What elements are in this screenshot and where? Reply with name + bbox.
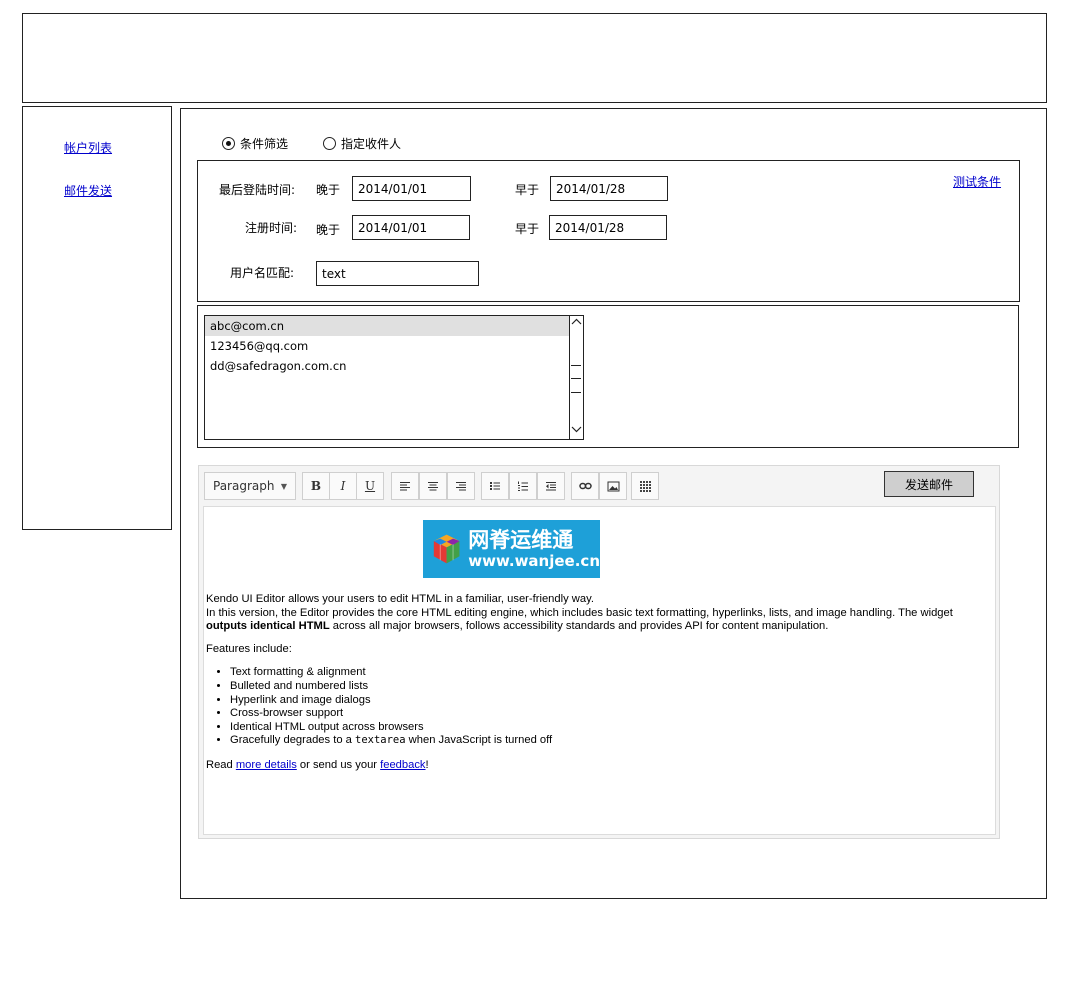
align-left-icon — [400, 482, 410, 491]
bold-icon: B — [310, 479, 322, 493]
list-item[interactable]: 123456@qq.com — [205, 336, 569, 356]
header-banner — [22, 13, 1047, 103]
align-center-icon — [428, 482, 438, 491]
logo-url: www.wanjee.cn — [468, 552, 600, 570]
italic-button[interactable]: I — [329, 472, 357, 500]
test-condition-link[interactable]: 测试条件 — [953, 173, 1001, 190]
insert-link-button[interactable] — [571, 472, 599, 500]
radio-specific-recipient[interactable]: 指定收件人 — [323, 135, 401, 152]
recipient-listbox[interactable]: abc@com.cn 123456@qq.com dd@safedragon.com… — [204, 315, 584, 440]
feature-item: Identical HTML output across browsers — [230, 721, 989, 735]
sidebar-item-mail-send[interactable]: 邮件发送 — [64, 182, 112, 199]
radio-selected-icon — [222, 137, 235, 150]
username-match-input[interactable]: text — [316, 261, 479, 286]
feature-item: Hyperlink and image dialogs — [230, 694, 989, 708]
rich-text-editor: Paragraph ▼ B I U 网脊运维通 www.wanjee.cn Ke… — [198, 465, 1000, 839]
wanjee-logo: 网脊运维通 www.wanjee.cn — [423, 520, 600, 578]
scroll-thumb[interactable] — [571, 365, 581, 393]
bulleted-list-button[interactable] — [481, 472, 509, 500]
last-login-before-input[interactable]: 2014/01/28 — [550, 176, 668, 201]
numbered-list-icon — [518, 481, 528, 491]
feature-item: Cross-browser support — [230, 707, 989, 721]
intro-line-1: Kendo UI Editor allows your users to edi… — [206, 593, 594, 605]
before-label: 早于 — [515, 222, 540, 236]
bold-button[interactable]: B — [302, 472, 330, 500]
intro-text: In this version, the Editor provides the… — [206, 606, 953, 619]
read-text: Read — [206, 758, 236, 771]
feature-text: Gracefully degrades to a — [230, 734, 355, 747]
read-text: or send us your — [296, 758, 381, 771]
send-mail-button[interactable]: 发送邮件 — [884, 471, 974, 497]
username-match-label: 用户名匹配: — [230, 266, 295, 280]
editor-document: Kendo UI Editor allows your users to edi… — [206, 593, 989, 773]
format-select-value: Paragraph — [213, 479, 275, 493]
after-label: 晚于 — [316, 183, 341, 197]
scroll-up-icon[interactable] — [570, 317, 583, 331]
scroll-down-icon[interactable] — [570, 424, 583, 438]
underline-button[interactable]: U — [356, 472, 384, 500]
editor-toolbar: Paragraph ▼ B I U — [199, 466, 999, 506]
feature-item: Bulleted and numbered lists — [230, 680, 989, 694]
underline-icon: U — [364, 479, 376, 493]
numbered-list-button[interactable] — [509, 472, 537, 500]
align-center-button[interactable] — [419, 472, 447, 500]
outdent-button[interactable] — [537, 472, 565, 500]
align-left-button[interactable] — [391, 472, 419, 500]
table-icon — [639, 480, 651, 492]
format-select[interactable]: Paragraph ▼ — [204, 472, 296, 500]
read-text: ! — [425, 758, 429, 771]
insert-image-button[interactable] — [599, 472, 627, 500]
intro-paragraph-2: In this version, the Editor provides the… — [206, 607, 989, 634]
italic-icon: I — [340, 479, 346, 493]
feature-item: Gracefully degrades to a textarea when J… — [230, 734, 989, 748]
intro-text: across all major browsers, follows acces… — [329, 620, 829, 633]
before-label: 早于 — [515, 183, 540, 197]
cube-logo-icon — [433, 534, 460, 564]
last-login-label: 最后登陆时间: — [219, 183, 296, 197]
after-label: 晚于 — [316, 223, 341, 237]
features-list: Text formatting & alignmentBulleted and … — [206, 666, 989, 748]
sidebar — [22, 106, 172, 530]
align-right-icon — [456, 482, 466, 491]
radio-label: 指定收件人 — [341, 137, 402, 151]
register-before-input[interactable]: 2014/01/28 — [549, 215, 667, 240]
feature-text: when JavaScript is turned off — [405, 734, 553, 747]
radio-label: 条件筛选 — [240, 137, 289, 151]
logo-title: 网脊运维通 — [468, 528, 574, 552]
sidebar-item-account-list[interactable]: 帐户列表 — [64, 139, 112, 156]
intro-bold: outputs identical HTML — [206, 620, 330, 633]
outdent-icon — [546, 482, 556, 491]
bulleted-list-icon — [490, 482, 500, 490]
radio-unselected-icon — [323, 137, 336, 150]
link-icon — [578, 482, 592, 490]
last-login-after-input[interactable]: 2014/01/01 — [352, 176, 471, 201]
list-item[interactable]: dd@safedragon.com.cn — [205, 356, 569, 376]
more-details-link[interactable]: more details — [236, 759, 297, 771]
dropdown-arrow-icon: ▼ — [280, 481, 287, 491]
feature-code: textarea — [355, 734, 406, 747]
listbox-scrollbar[interactable] — [569, 316, 583, 439]
list-item[interactable]: abc@com.cn — [205, 316, 569, 336]
feature-item: Text formatting & alignment — [230, 666, 989, 680]
radio-condition-filter[interactable]: 条件筛选 — [222, 135, 288, 152]
insert-table-button[interactable] — [631, 472, 659, 500]
image-icon — [607, 481, 619, 491]
recipient-list-items: abc@com.cn 123456@qq.com dd@safedragon.com… — [205, 316, 569, 439]
align-right-button[interactable] — [447, 472, 475, 500]
register-after-input[interactable]: 2014/01/01 — [352, 215, 470, 240]
feedback-link[interactable]: feedback — [380, 759, 425, 771]
read-more-line: Read more details or send us your feedba… — [206, 759, 989, 773]
editor-content[interactable]: 网脊运维通 www.wanjee.cn Kendo UI Editor allo… — [203, 506, 996, 835]
features-title: Features include: — [206, 642, 292, 655]
register-time-label: 注册时间: — [245, 221, 298, 235]
